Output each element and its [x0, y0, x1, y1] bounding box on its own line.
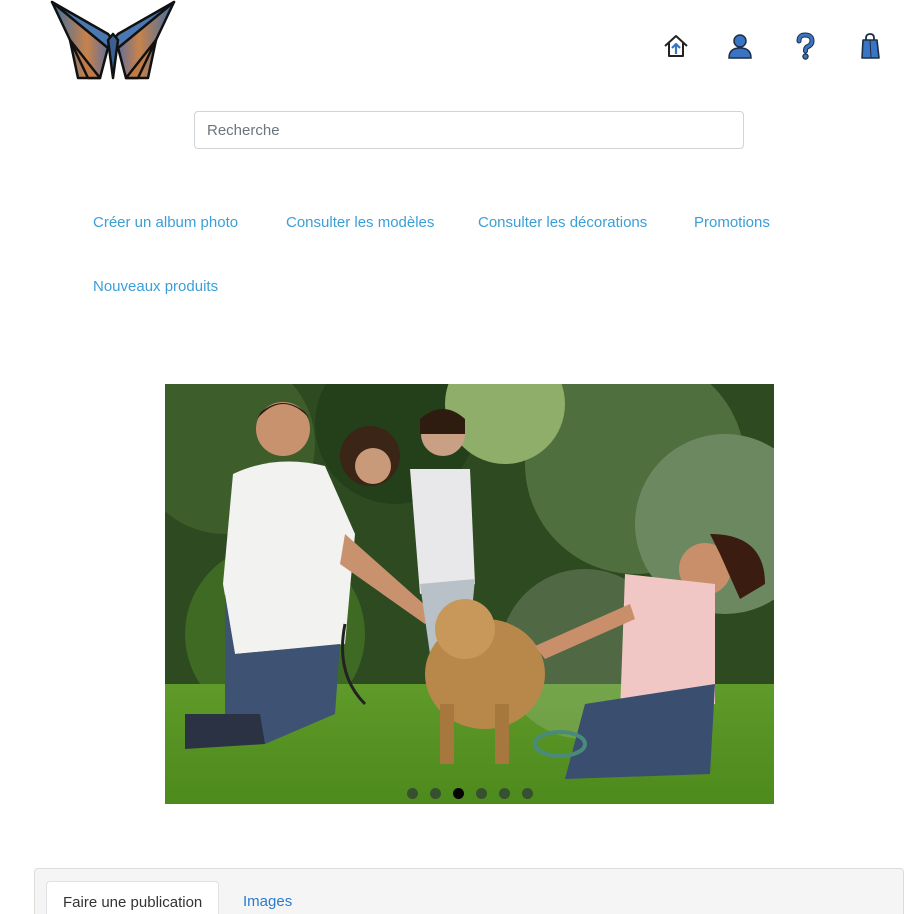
nav-browse-templates[interactable]: Consulter les modèles	[286, 214, 434, 231]
carousel-indicator-dot[interactable]	[406, 788, 418, 800]
nav-create-album[interactable]: Créer un album photo	[93, 214, 238, 231]
publication-tabs: Faire une publication Images	[34, 868, 904, 914]
image-carousel[interactable]	[165, 384, 774, 804]
page: Créer un album photo Consulter les modèl…	[0, 0, 918, 914]
carousel-indicator-dot[interactable]	[452, 788, 464, 800]
home-icon[interactable]	[658, 28, 694, 64]
nav-new-products[interactable]: Nouveaux produits	[93, 278, 218, 295]
butterfly-logo-icon[interactable]	[50, 0, 176, 82]
help-icon[interactable]	[787, 28, 823, 64]
header-icons	[656, 28, 896, 64]
carousel-slide-image	[165, 384, 774, 804]
tab-images[interactable]: Images	[227, 881, 308, 914]
nav-promotions[interactable]: Promotions	[694, 214, 770, 231]
tab-make-publication[interactable]: Faire une publication	[46, 881, 220, 914]
carousel-indicators	[165, 785, 774, 800]
nav-browse-decorations[interactable]: Consulter les décorations	[478, 214, 647, 231]
carousel-indicator-dot[interactable]	[475, 788, 487, 800]
carousel-indicator-dot[interactable]	[429, 788, 441, 800]
search-input[interactable]	[194, 111, 744, 149]
carousel-indicator-dot[interactable]	[498, 788, 510, 800]
user-icon[interactable]	[722, 28, 758, 64]
shopping-bag-icon[interactable]	[852, 28, 888, 64]
carousel-indicator-dot[interactable]	[521, 788, 533, 800]
